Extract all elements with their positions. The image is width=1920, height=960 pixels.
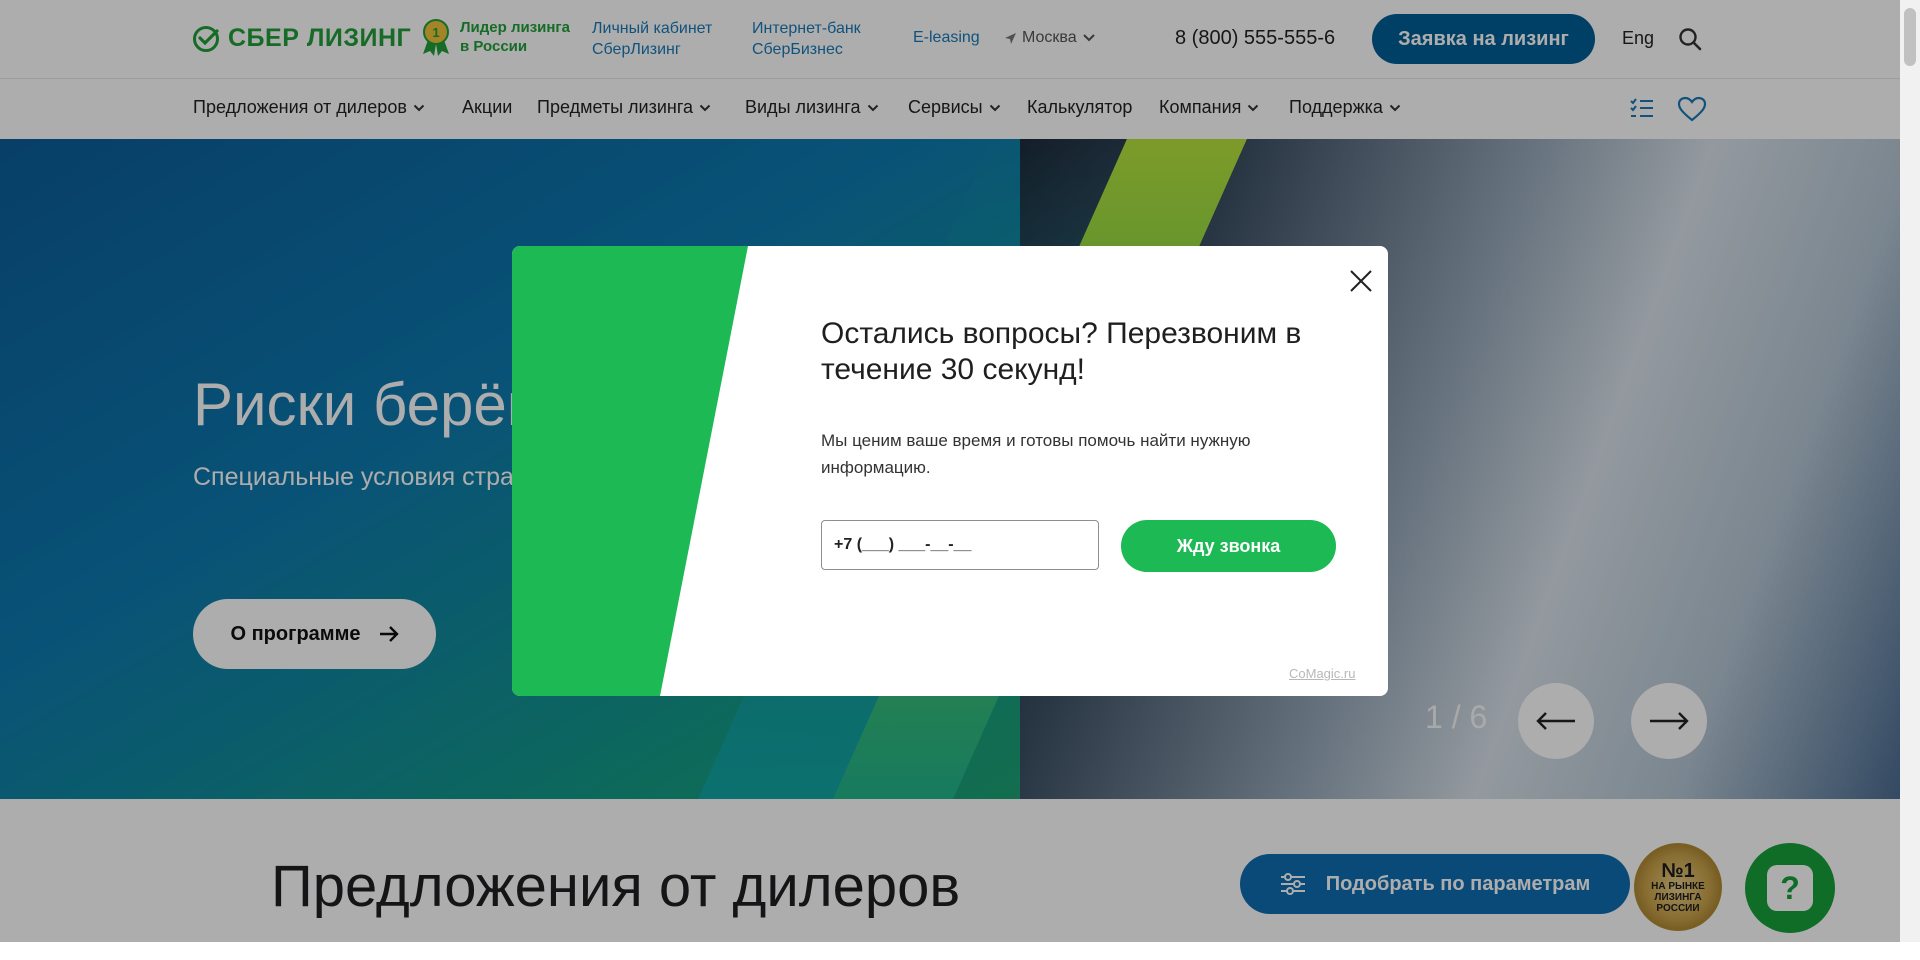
scrollbar-thumb[interactable] <box>1904 8 1916 66</box>
callback-modal: Остались вопросы? Перезвоним в течение 3… <box>512 246 1388 696</box>
modal-green-accent <box>512 246 748 696</box>
modal-description: Мы ценим ваше время и готовы помочь найт… <box>821 431 1251 477</box>
close-icon <box>1350 270 1372 292</box>
page-scrollbar[interactable] <box>1900 0 1920 942</box>
phone-input[interactable] <box>821 520 1099 570</box>
modal-title: Остались вопросы? Перезвоним в течение 3… <box>821 317 1302 386</box>
close-button[interactable] <box>1346 266 1376 296</box>
comagic-credit-link[interactable]: CoMagic.ru <box>1289 666 1355 681</box>
request-call-button[interactable]: Жду звонка <box>1121 520 1336 572</box>
